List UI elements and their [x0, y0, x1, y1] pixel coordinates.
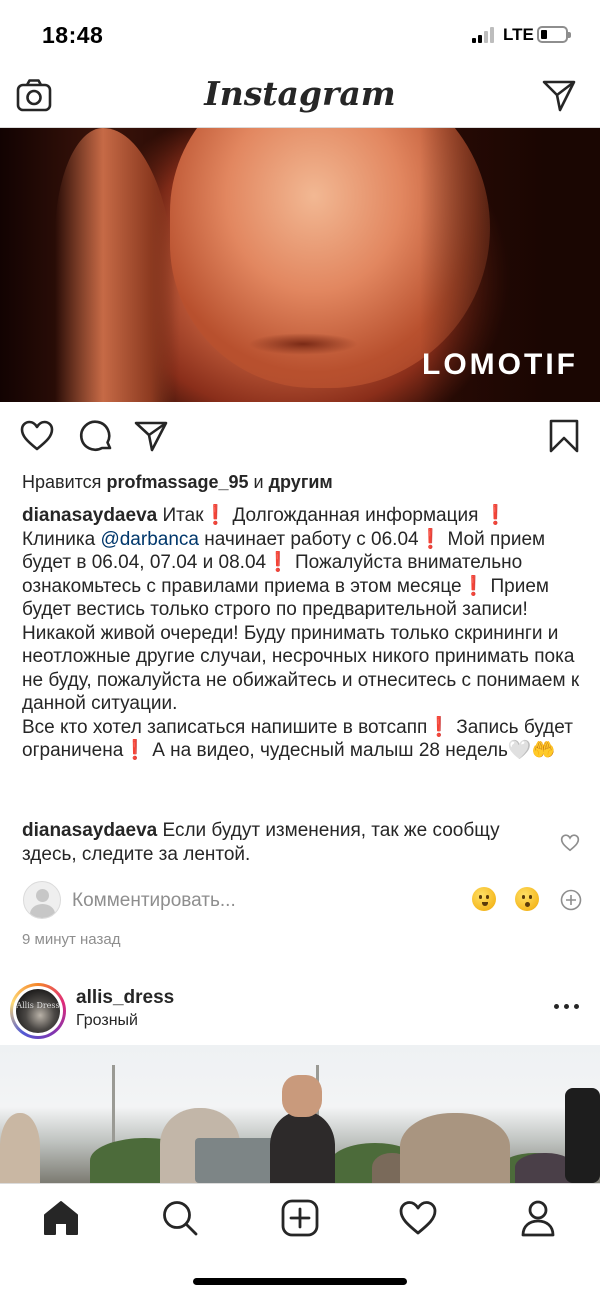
caption-text-2: Все кто хотел записаться напишите в вотс…: [22, 716, 573, 762]
comment-like-heart-icon[interactable]: [560, 833, 580, 853]
more-options-icon[interactable]: [552, 997, 582, 1017]
direct-send-icon[interactable]: [541, 78, 577, 114]
next-post-location[interactable]: Грозный: [76, 1012, 138, 1030]
post-timestamp: 9 минут назад: [22, 931, 121, 948]
avatar-logo-text: Allis Dress: [16, 1001, 60, 1010]
next-post-image[interactable]: [0, 1045, 600, 1183]
profile-icon[interactable]: [518, 1198, 558, 1238]
liker-username[interactable]: profmassage_95: [106, 472, 248, 492]
like-heart-icon[interactable]: [19, 418, 55, 454]
next-post-username[interactable]: allis_dress: [76, 987, 174, 1009]
video-watermark: LOMOTIF: [422, 348, 578, 381]
bookmark-icon[interactable]: [546, 418, 582, 454]
kissing-face-emoji[interactable]: [515, 887, 539, 911]
mention-link[interactable]: @darbanca: [100, 529, 199, 550]
comment-username[interactable]: dianasaydaeva: [22, 820, 157, 841]
story-ring-avatar[interactable]: Allis Dress: [10, 983, 66, 1039]
status-bar: 18:48 LTE: [0, 0, 600, 66]
caption-username[interactable]: dianasaydaeva: [22, 505, 157, 526]
home-icon[interactable]: [41, 1198, 81, 1238]
search-icon[interactable]: [160, 1198, 200, 1238]
likes-summary[interactable]: Нравится profmassage_95 и другим: [22, 472, 333, 493]
next-post-header: Allis Dress allis_dress Грозный: [0, 977, 600, 1045]
comment-item: dianasaydaeva Если будут изменения, так …: [22, 819, 542, 866]
activity-heart-icon[interactable]: [398, 1198, 438, 1238]
share-send-icon[interactable]: [133, 418, 169, 454]
app-header: Instagram: [0, 66, 600, 128]
add-comment-input[interactable]: Комментировать...: [72, 890, 236, 912]
post-action-bar: [0, 402, 600, 470]
others-link[interactable]: другим: [269, 472, 333, 492]
signal-strength-icon: [472, 27, 496, 43]
new-post-icon[interactable]: [280, 1198, 320, 1238]
clock: 18:48: [42, 22, 104, 48]
current-user-avatar: [23, 881, 61, 919]
battery-icon: [537, 26, 571, 43]
caption-text-cont: начинает работу с 06.04❗️ Мой прием буде…: [22, 528, 580, 715]
network-type: LTE: [503, 25, 534, 44]
thinking-face-emoji[interactable]: [472, 887, 496, 911]
post-caption: dianasaydaeva Итак❗️ Долгожданная информ…: [22, 504, 582, 763]
instagram-logo[interactable]: Instagram: [0, 74, 600, 113]
comment-bubble-icon[interactable]: [78, 418, 114, 454]
home-indicator[interactable]: [193, 1278, 407, 1285]
add-emoji-icon[interactable]: [560, 889, 582, 911]
post-video[interactable]: LOMOTIF: [0, 128, 600, 402]
add-comment-row: Комментировать...: [0, 878, 600, 922]
